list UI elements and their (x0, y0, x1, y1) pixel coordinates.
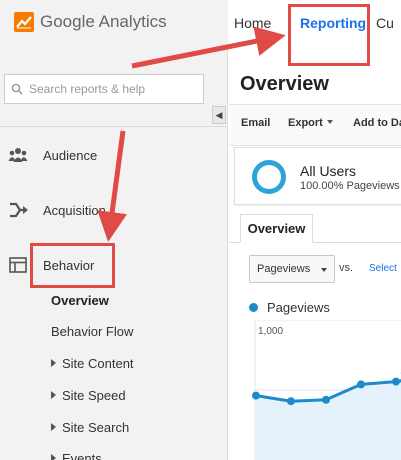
email-button[interactable]: Email (241, 117, 270, 129)
pageviews-chart: 1,000500 (252, 320, 401, 460)
behavior-item-behavior-flow[interactable]: Behavior Flow (51, 324, 133, 339)
behavior-item-label: Events (62, 451, 102, 460)
behavior-item-label: Behavior Flow (51, 324, 134, 339)
behavior-item-label: Site Speed (62, 388, 126, 403)
export-label: Export (288, 117, 323, 129)
segment-name: All Users (300, 163, 357, 179)
data-point[interactable] (392, 377, 400, 386)
export-button[interactable]: Export (288, 117, 333, 129)
data-point[interactable] (252, 391, 260, 400)
data-point[interactable] (357, 380, 365, 389)
data-point[interactable] (287, 397, 295, 406)
nav-home[interactable]: Home (234, 15, 271, 31)
data-point[interactable] (322, 395, 330, 404)
action-bar: Email Export Add to Da (229, 104, 401, 146)
caret-down-icon (321, 268, 327, 272)
behavior-item-label: Site Content (62, 356, 134, 371)
sidebar-item-acquisition[interactable]: Acquisition (0, 193, 228, 227)
people-icon (8, 148, 28, 162)
legend-dot (249, 303, 258, 312)
behavior-item-events[interactable]: Events (51, 451, 102, 460)
behavior-item-site-content[interactable]: Site Content (51, 356, 134, 371)
expand-triangle-icon (51, 359, 56, 367)
segment-donut-icon (252, 160, 286, 194)
collapse-sidebar-button[interactable]: ◀ (212, 106, 226, 124)
behavior-item-overview[interactable]: Overview (51, 293, 109, 308)
vs-label: vs. (339, 262, 354, 274)
analytics-logo-icon (14, 12, 34, 32)
search-box[interactable] (4, 74, 204, 104)
sidebar-item-audience[interactable]: Audience (0, 138, 228, 172)
sidebar-item-label: Acquisition (43, 202, 106, 218)
metric-dropdown[interactable]: Pageviews (249, 255, 335, 283)
nav-customization[interactable]: Cu (376, 15, 394, 31)
behavior-item-site-search[interactable]: Site Search (51, 420, 129, 435)
series-area (256, 376, 401, 460)
behavior-item-label: Site Search (62, 420, 130, 435)
add-to-dashboard-button[interactable]: Add to Da (353, 117, 401, 129)
merge-arrows-icon (10, 202, 28, 218)
layout-icon (9, 257, 27, 273)
select-metric-link[interactable]: Select (369, 263, 397, 274)
main-content: Overview Email Export Add to Da All User… (229, 48, 401, 460)
legend-label: Pageviews (267, 300, 330, 315)
metric-dropdown-value: Pageviews (257, 263, 311, 275)
behavior-highlight (30, 243, 115, 288)
search-input[interactable] (29, 79, 199, 99)
reporting-highlight (288, 4, 370, 66)
behavior-item-site-speed[interactable]: Site Speed (51, 388, 126, 403)
logo-text: Google Analytics (40, 12, 167, 31)
sidebar-item-label: Audience (43, 147, 98, 163)
expand-triangle-icon (51, 423, 56, 431)
behavior-item-label: Overview (51, 293, 109, 308)
expand-triangle-icon (51, 391, 56, 399)
page-title: Overview (240, 73, 329, 95)
tab-overview[interactable]: Overview (240, 214, 313, 243)
caret-down-icon (326, 120, 333, 124)
expand-triangle-icon (51, 454, 56, 460)
divider (0, 126, 228, 127)
segment-percent: 100.00% Pageviews (300, 180, 400, 192)
logo[interactable]: Google Analytics (14, 12, 167, 32)
chevron-left-icon: ◀ (215, 110, 223, 120)
search-icon (11, 83, 23, 95)
y-tick-label: 1,000 (258, 326, 283, 337)
